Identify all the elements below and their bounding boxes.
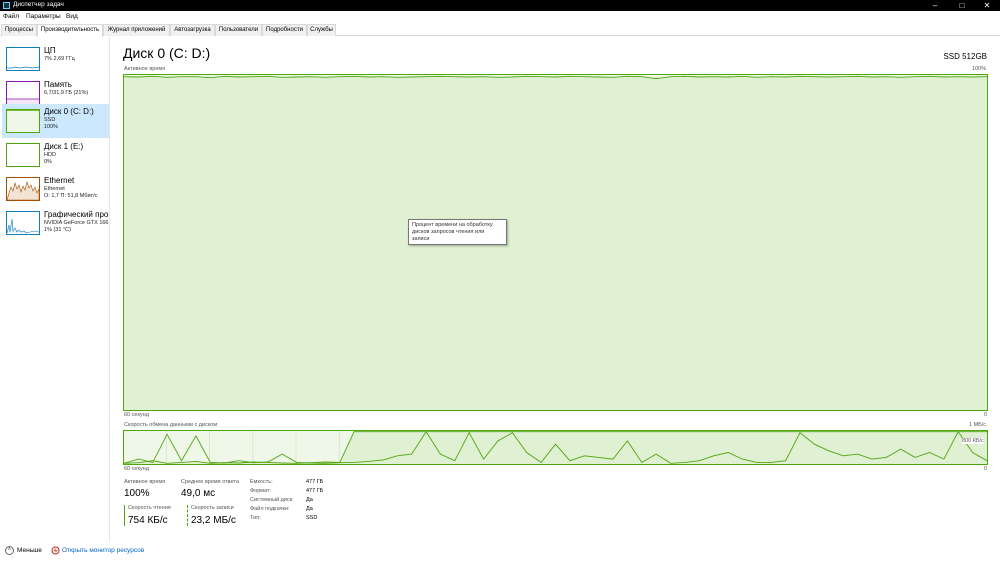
menu-bar: Файл Параметры Вид bbox=[0, 11, 1000, 23]
avg-response-value: 49,0 мс bbox=[181, 488, 216, 499]
sidebar-gpu-usage: 1% (31 °C) bbox=[44, 227, 71, 233]
avg-response-label: Среднее время ответа bbox=[181, 479, 239, 485]
active-graph-max-label: 100% bbox=[972, 66, 987, 72]
tab-users[interactable]: Пользователи bbox=[215, 24, 262, 36]
sidebar-ethernet-adapter: Ethernet bbox=[44, 186, 65, 192]
menu-options[interactable]: Параметры bbox=[26, 13, 61, 20]
disk-0-thumbnail bbox=[6, 109, 40, 133]
menu-file[interactable]: Файл bbox=[3, 13, 19, 20]
system-disk-label: Системный диск: bbox=[250, 497, 294, 503]
sidebar-disk-1-type: HDD bbox=[44, 152, 56, 158]
tab-services[interactable]: Службы bbox=[307, 24, 336, 36]
active-time-graph bbox=[123, 74, 988, 411]
sidebar-gpu-model: NVIDIA GeForce GTX 166 bbox=[44, 220, 109, 226]
page-file-value: Да bbox=[306, 506, 313, 512]
capacity-label: Емкость: bbox=[250, 479, 273, 485]
tab-startup[interactable]: Автозагрузка bbox=[170, 24, 215, 36]
tab-app-history[interactable]: Журнал приложений bbox=[103, 24, 170, 36]
active-time-label: Активное время bbox=[124, 479, 166, 485]
cpu-thumbnail bbox=[6, 47, 40, 71]
transfer-graph-min-label: 0 bbox=[984, 466, 988, 472]
transfer-rate-graph bbox=[123, 430, 988, 465]
write-speed-label: Скорость записи bbox=[191, 505, 234, 511]
resource-monitor-icon bbox=[51, 546, 60, 555]
sidebar-cpu-usage: 7% 2,69 ГГц bbox=[44, 56, 75, 62]
write-speed-marker bbox=[187, 505, 188, 526]
active-time-value: 100% bbox=[124, 488, 150, 499]
transfer-graph-x-label: 60 секунд bbox=[124, 466, 149, 472]
sidebar-disk-0-usage: 100% bbox=[44, 124, 59, 130]
sidebar-item-disk-0[interactable]: Диск 0 (C: D:) SSD 100% bbox=[2, 104, 109, 138]
transfer-graph-mid-label: 800 КБ/с bbox=[962, 438, 984, 444]
sidebar-cpu-name: ЦП bbox=[44, 46, 56, 55]
capacity-value: 477 ГБ bbox=[306, 479, 324, 485]
sidebar-ethernet-speed: О: 1,7 П: 51,8 Мбит/с bbox=[44, 193, 98, 199]
device-model: SSD 512GB bbox=[943, 52, 987, 61]
page-title: Диск 0 (C: D:) bbox=[123, 45, 211, 61]
transfer-graph-max-label: 1 МБ/с bbox=[969, 422, 987, 428]
type-label: Тип: bbox=[250, 515, 261, 521]
transfer-graph-label: Скорость обмена данными с диском bbox=[124, 422, 218, 428]
memory-thumbnail bbox=[6, 81, 40, 105]
sidebar-item-gpu[interactable]: Графический про NVIDIA GeForce GTX 166 1… bbox=[2, 207, 109, 240]
active-graph-min-label: 0 bbox=[984, 412, 988, 418]
bottom-bar: ˄ Меньше Открыть монитор ресурсов bbox=[0, 542, 1000, 563]
gpu-thumbnail bbox=[6, 211, 40, 235]
tab-strip: Процессы Производительность Журнал прило… bbox=[0, 23, 1000, 37]
active-graph-label: Активное время bbox=[124, 66, 166, 72]
graph-tooltip: Процент времени на обработку дисков запр… bbox=[408, 219, 507, 245]
tab-processes[interactable]: Процессы bbox=[1, 24, 37, 36]
sidebar-disk-0-type: SSD bbox=[44, 117, 56, 123]
active-time-series-area bbox=[124, 76, 987, 411]
sidebar-item-disk-1[interactable]: Диск 1 (E:) HDD 0% bbox=[2, 139, 109, 172]
read-speed-value: 754 КБ/с bbox=[128, 515, 168, 526]
system-disk-value: Да bbox=[306, 497, 313, 503]
read-speed-label: Скорость чтения bbox=[128, 505, 171, 511]
minimize-button[interactable]: – bbox=[922, 0, 948, 11]
page-file-label: Файл подкачки: bbox=[250, 506, 290, 512]
type-value: SSD bbox=[306, 515, 318, 521]
active-graph-x-label: 60 секунд bbox=[124, 412, 149, 418]
sidebar-item-cpu[interactable]: ЦП 7% 2,69 ГГц bbox=[2, 43, 109, 76]
ethernet-thumbnail bbox=[6, 177, 40, 201]
collapse-chevron-icon[interactable]: ˄ bbox=[5, 546, 14, 555]
close-button[interactable]: ✕ bbox=[974, 0, 1000, 11]
resource-sidebar: ЦП 7% 2,69 ГГц Память 6,7/31,9 ГБ (21%) … bbox=[0, 37, 110, 542]
format-label: Формат: bbox=[250, 488, 272, 494]
task-manager-icon bbox=[3, 2, 10, 9]
sidebar-memory-name: Память bbox=[44, 80, 72, 89]
sidebar-gpu-name: Графический про bbox=[44, 210, 109, 219]
sidebar-disk-1-name: Диск 1 (E:) bbox=[44, 142, 84, 151]
maximize-button[interactable]: □ bbox=[949, 0, 975, 11]
tab-details[interactable]: Подробности bbox=[262, 24, 307, 36]
sidebar-item-ethernet[interactable]: Ethernet Ethernet О: 1,7 П: 51,8 Мбит/с bbox=[2, 173, 109, 206]
open-resource-monitor-link[interactable]: Открыть монитор ресурсов bbox=[62, 547, 144, 554]
menu-view[interactable]: Вид bbox=[66, 13, 78, 20]
write-speed-value: 23,2 МБ/с bbox=[191, 515, 236, 526]
tab-performance[interactable]: Производительность bbox=[37, 24, 103, 37]
sidebar-disk-1-usage: 0% bbox=[44, 159, 52, 165]
sidebar-disk-0-name: Диск 0 (C: D:) bbox=[44, 107, 94, 116]
sidebar-memory-usage: 6,7/31,9 ГБ (21%) bbox=[44, 90, 89, 96]
read-speed-marker bbox=[124, 505, 125, 526]
disk-1-thumbnail bbox=[6, 143, 40, 167]
fewer-details-button[interactable]: Меньше bbox=[17, 547, 42, 554]
title-bar: Диспетчер задач – □ ✕ bbox=[0, 0, 1000, 11]
window-title: Диспетчер задач bbox=[13, 1, 64, 8]
sidebar-ethernet-name: Ethernet bbox=[44, 176, 75, 185]
format-value: 477 ГБ bbox=[306, 488, 324, 494]
